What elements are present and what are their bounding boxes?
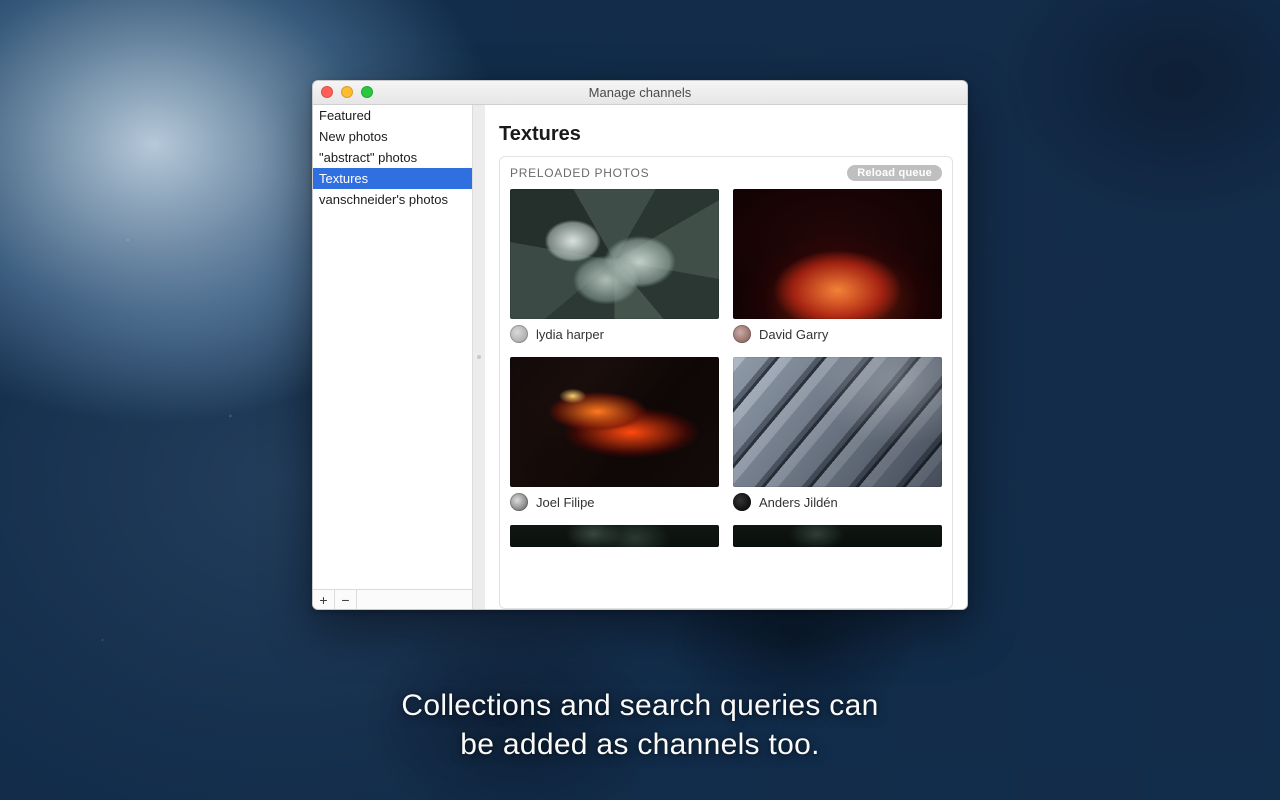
photo-byline: lydia harper: [510, 325, 719, 343]
photo-thumbnail[interactable]: [733, 189, 942, 319]
author-name: Anders Jildén: [759, 495, 838, 510]
window-titlebar[interactable]: Manage channels: [313, 81, 967, 105]
promo-caption: Collections and search queries can be ad…: [0, 687, 1280, 764]
author-avatar[interactable]: [733, 493, 751, 511]
photo-card[interactable]: [510, 525, 719, 547]
channels-sidebar: Featured New photos "abstract" photos Te…: [313, 105, 473, 609]
sidebar-footer: + −: [313, 589, 472, 609]
channel-item-vanschneider[interactable]: vanschneider's photos: [313, 189, 472, 210]
channel-item-label: Featured: [319, 108, 371, 123]
channel-detail: Textures PRELOADED PHOTOS Reload queue l…: [485, 105, 967, 609]
manage-channels-window: Manage channels Featured New photos "abs…: [312, 80, 968, 610]
photo-byline: Joel Filipe: [510, 493, 719, 511]
photo-card[interactable]: Joel Filipe: [510, 357, 719, 511]
photo-byline: David Garry: [733, 325, 942, 343]
photo-card[interactable]: David Garry: [733, 189, 942, 343]
photo-card[interactable]: lydia harper: [510, 189, 719, 343]
minimize-window-button[interactable]: [341, 86, 353, 98]
photo-byline: Anders Jildén: [733, 493, 942, 511]
channel-item-abstract-photos[interactable]: "abstract" photos: [313, 147, 472, 168]
add-channel-button[interactable]: +: [313, 590, 335, 609]
channel-item-textures[interactable]: Textures: [313, 168, 472, 189]
minus-icon: −: [341, 592, 349, 608]
channel-item-new-photos[interactable]: New photos: [313, 126, 472, 147]
plus-icon: +: [319, 592, 327, 608]
photo-card[interactable]: [733, 525, 942, 547]
panel-section-label: PRELOADED PHOTOS: [510, 166, 649, 180]
window-controls: [321, 86, 373, 98]
reload-queue-label: Reload queue: [857, 167, 932, 179]
photo-thumbnail[interactable]: [733, 357, 942, 487]
promo-line: be added as channels too.: [0, 726, 1280, 764]
author-avatar[interactable]: [510, 325, 528, 343]
splitter-grip-icon: [477, 355, 481, 359]
preloaded-photos-panel: PRELOADED PHOTOS Reload queue lydia harp…: [499, 156, 953, 609]
panel-header: PRELOADED PHOTOS Reload queue: [500, 157, 952, 189]
author-name: David Garry: [759, 327, 828, 342]
channel-item-label: New photos: [319, 129, 388, 144]
photo-thumbnail[interactable]: [510, 189, 719, 319]
photo-thumbnail[interactable]: [733, 525, 942, 547]
photo-thumbnail[interactable]: [510, 525, 719, 547]
reload-queue-button[interactable]: Reload queue: [847, 165, 942, 181]
remove-channel-button[interactable]: −: [335, 590, 357, 609]
author-avatar[interactable]: [510, 493, 528, 511]
channel-item-featured[interactable]: Featured: [313, 105, 472, 126]
channel-item-label: vanschneider's photos: [319, 192, 448, 207]
channel-list[interactable]: Featured New photos "abstract" photos Te…: [313, 105, 472, 589]
splitter-handle[interactable]: [473, 105, 485, 609]
promo-line: Collections and search queries can: [0, 687, 1280, 725]
photo-card[interactable]: Anders Jildén: [733, 357, 942, 511]
photo-grid: lydia harper David Garry: [500, 189, 952, 557]
author-name: Joel Filipe: [536, 495, 595, 510]
window-content: Featured New photos "abstract" photos Te…: [313, 105, 967, 609]
channel-item-label: "abstract" photos: [319, 150, 417, 165]
zoom-window-button[interactable]: [361, 86, 373, 98]
window-title: Manage channels: [589, 85, 692, 100]
channel-title: Textures: [499, 123, 953, 146]
channel-item-label: Textures: [319, 171, 368, 186]
close-window-button[interactable]: [321, 86, 333, 98]
photo-thumbnail[interactable]: [510, 357, 719, 487]
author-name: lydia harper: [536, 327, 604, 342]
author-avatar[interactable]: [733, 325, 751, 343]
